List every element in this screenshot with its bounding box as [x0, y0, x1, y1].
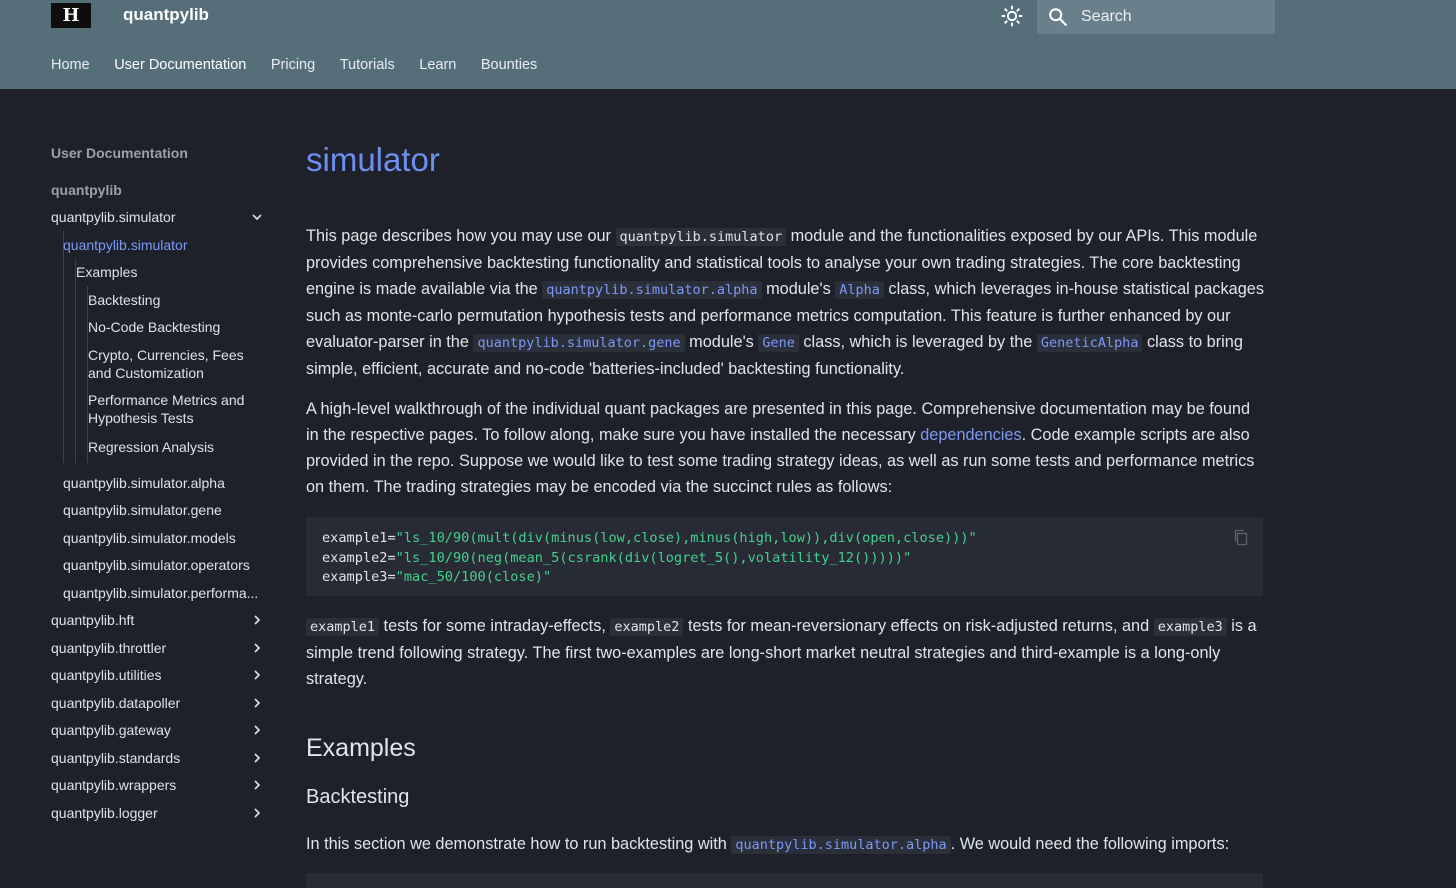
sidebar-item-datapoller[interactable]: quantpylib.datapoller [51, 694, 180, 712]
sidebar-item-wrappers[interactable]: quantpylib.wrappers [51, 776, 176, 794]
code-op: = [387, 549, 396, 566]
dependencies-link[interactable]: dependencies [920, 426, 1021, 444]
examples-explanation-paragraph: example1 tests for some intraday-effects… [306, 613, 1266, 692]
sidebar-item-utilities[interactable]: quantpylib.utilities [51, 666, 162, 684]
search-box[interactable] [1037, 0, 1275, 34]
sidebar-item-simulator-alpha[interactable]: quantpylib.simulator.alpha [63, 474, 225, 492]
search-icon [1049, 8, 1067, 26]
chevron-right-icon[interactable] [251, 752, 263, 764]
sidebar-item-simulator-models[interactable]: quantpylib.simulator.models [63, 529, 236, 547]
sidebar-item-simulator-performance[interactable]: quantpylib.simulator.performa... [63, 584, 258, 602]
chevron-right-icon[interactable] [251, 642, 263, 654]
tree-line-nested [75, 259, 76, 463]
text: module's [761, 280, 836, 298]
sidebar-item-backtesting[interactable]: Backtesting [88, 291, 160, 309]
sidebar-item-examples[interactable]: Examples [76, 263, 137, 281]
section-heading-examples: Examples [306, 734, 416, 762]
code-var: example3 [322, 569, 388, 585]
text: In this section we demonstrate how to ru… [306, 835, 732, 853]
sidebar-item-logger[interactable]: quantpylib.logger [51, 804, 158, 822]
inline-code: example1 [306, 618, 380, 636]
code-block: example1="ls_10/90(mult(div(minus(low,cl… [306, 517, 1263, 596]
tree-line [63, 231, 64, 463]
sidebar-item-no-code-backtesting[interactable]: No-Code Backtesting [88, 318, 220, 336]
text: tests for mean-reversionary effects on r… [683, 617, 1154, 635]
sidebar-title: User Documentation [51, 145, 188, 161]
code-string: "mac_50/100(close)" [395, 569, 552, 585]
tab-bounties[interactable]: Bounties [481, 57, 537, 73]
chevron-right-icon[interactable] [251, 779, 263, 791]
tab-learn[interactable]: Learn [419, 57, 456, 73]
text: class, which is leveraged by the [798, 333, 1037, 351]
text: This page describes how you may use our [306, 227, 616, 245]
code-var: example2 [322, 549, 388, 566]
nav-tabs: Home User Documentation Pricing Tutorial… [51, 57, 562, 73]
inline-code: example3 [1153, 618, 1227, 636]
sidebar-item-simulator-operators[interactable]: quantpylib.simulator.operators [63, 556, 250, 574]
chevron-right-icon[interactable] [251, 724, 263, 736]
text: module's [684, 333, 759, 351]
tab-user-documentation[interactable]: User Documentation [114, 57, 246, 73]
text: . We would need the following imports: [950, 835, 1230, 853]
code-string: "ls_10/90(mult(div(minus(low,close),minu… [395, 530, 977, 546]
backtesting-intro-paragraph: In this section we demonstrate how to ru… [306, 831, 1266, 858]
inline-code: quantpylib.simulator [615, 228, 787, 246]
code-link-gene[interactable]: Gene [758, 334, 799, 352]
code-var: example1 [322, 530, 388, 546]
sidebar-item-simulator-index[interactable]: quantpylib.simulator [63, 236, 188, 254]
code-link-genetic-alpha[interactable]: GeneticAlpha [1036, 334, 1143, 352]
chevron-down-icon[interactable] [251, 211, 263, 223]
chevron-right-icon[interactable] [251, 697, 263, 709]
search-input[interactable] [1081, 8, 1261, 26]
copy-icon[interactable] [1233, 529, 1249, 546]
sidebar-item-crypto-currencies[interactable]: Crypto, Currencies, Fees and Customizati… [88, 346, 258, 382]
tab-tutorials[interactable]: Tutorials [340, 57, 395, 73]
chevron-right-icon[interactable] [251, 669, 263, 681]
site-title: quantpylib [123, 5, 209, 24]
intro-paragraph: This page describes how you may use our … [306, 223, 1266, 382]
sidebar-item-regression-analysis[interactable]: Regression Analysis [88, 438, 214, 456]
chevron-right-icon[interactable] [251, 807, 263, 819]
brightness-icon[interactable] [1000, 4, 1024, 28]
inline-code: example2 [610, 618, 684, 636]
sidebar-item-quantpylib[interactable]: quantpylib [51, 181, 122, 199]
sidebar-item-performance-metrics[interactable]: Performance Metrics and Hypothesis Tests [88, 391, 258, 427]
code-op: = [387, 530, 396, 546]
top-header: H quantpylib Home User Documentation Pri… [0, 0, 1456, 89]
text: tests for some intraday-effects, [379, 617, 611, 635]
code-op: = [387, 569, 396, 585]
walkthrough-paragraph: A high-level walkthrough of the individu… [306, 396, 1266, 500]
sidebar-item-throttler[interactable]: quantpylib.throttler [51, 639, 166, 657]
code-link-alpha[interactable]: Alpha [835, 281, 884, 299]
page-title: simulator [306, 141, 440, 178]
chevron-right-icon[interactable] [251, 614, 263, 626]
sidebar-item-simulator[interactable]: quantpylib.simulator [51, 208, 176, 226]
code-link-simulator-alpha[interactable]: quantpylib.simulator.alpha [542, 281, 762, 299]
code-link-simulator-alpha[interactable]: quantpylib.simulator.alpha [731, 836, 951, 854]
subsection-heading-backtesting: Backtesting [306, 786, 410, 808]
sidebar-item-standards[interactable]: quantpylib.standards [51, 749, 180, 767]
code-block-imports [306, 873, 1263, 888]
tab-home[interactable]: Home [51, 57, 90, 73]
code-link-simulator-gene[interactable]: quantpylib.simulator.gene [473, 334, 685, 352]
site-logo[interactable]: H [51, 3, 91, 28]
logo-text: H [62, 4, 80, 26]
sidebar-item-simulator-gene[interactable]: quantpylib.simulator.gene [63, 501, 222, 519]
code-string: "ls_10/90(neg(mean_5(csrank(div(logret_5… [395, 549, 912, 566]
code-content: example1="ls_10/90(mult(div(minus(low,cl… [322, 529, 977, 588]
sidebar-item-hft[interactable]: quantpylib.hft [51, 611, 134, 629]
tab-pricing[interactable]: Pricing [271, 57, 315, 73]
sidebar-item-gateway[interactable]: quantpylib.gateway [51, 721, 171, 739]
